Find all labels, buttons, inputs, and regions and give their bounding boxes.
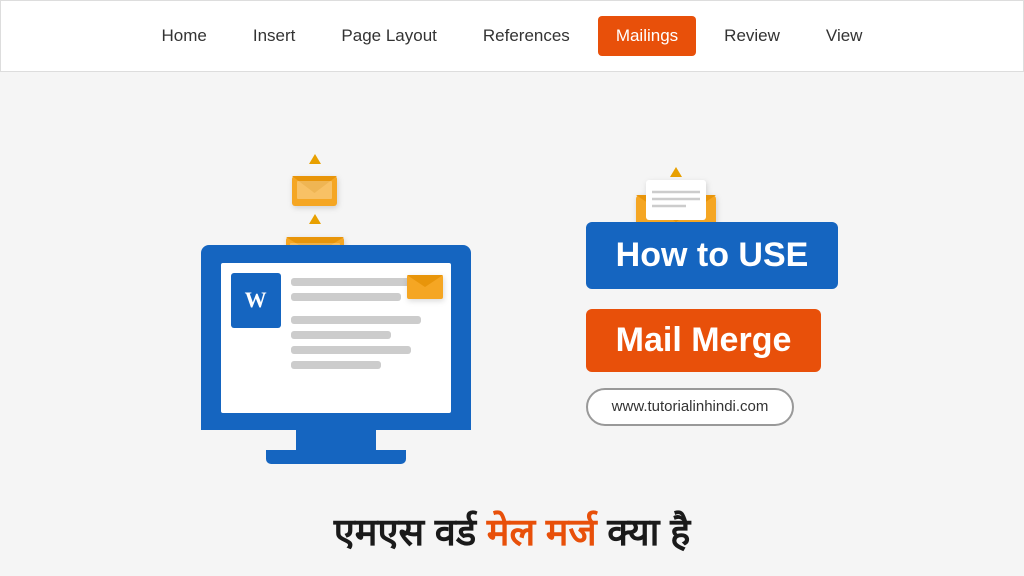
mini-envelope bbox=[407, 271, 443, 304]
website-url: www.tutorialinhindi.com bbox=[612, 398, 769, 415]
mail-merge-box: Mail Merge bbox=[586, 309, 822, 372]
doc-line bbox=[291, 278, 421, 286]
bottom-section: एमएस वर्ड मेल मर्ज क्या है bbox=[0, 486, 1024, 576]
arrow-icon-1 bbox=[309, 154, 321, 164]
doc-line bbox=[291, 346, 411, 354]
monitor-screen: W bbox=[201, 245, 471, 430]
envelope-small-1 bbox=[292, 171, 337, 206]
doc-line bbox=[291, 316, 421, 324]
how-to-text: How to USE bbox=[616, 236, 809, 274]
hindi-highlight: मेल मर्ज bbox=[487, 512, 597, 554]
word-icon: W bbox=[231, 273, 281, 328]
hindi-part-1: एमएस वर्ड bbox=[334, 512, 476, 554]
nav-insert[interactable]: Insert bbox=[235, 16, 314, 56]
nav-page-layout[interactable]: Page Layout bbox=[323, 16, 454, 56]
hindi-part-2: क्या है bbox=[607, 512, 690, 554]
monitor-stand bbox=[296, 430, 376, 450]
monitor: W bbox=[201, 245, 471, 464]
illustration-side: W bbox=[186, 154, 526, 494]
doc-line bbox=[291, 293, 401, 301]
monitor-inner: W bbox=[221, 263, 451, 413]
how-to-box: How to USE bbox=[586, 222, 839, 289]
monitor-base bbox=[266, 450, 406, 464]
mail-merge-text: Mail Merge bbox=[616, 321, 792, 359]
doc-line bbox=[291, 331, 391, 339]
arrow-icon-3 bbox=[670, 167, 682, 177]
nav-home[interactable]: Home bbox=[144, 16, 225, 56]
nav-review[interactable]: Review bbox=[706, 16, 798, 56]
nav-view[interactable]: View bbox=[808, 16, 881, 56]
nav-references[interactable]: References bbox=[465, 16, 588, 56]
text-side: How to USE Mail Merge www.tutorialinhind… bbox=[586, 222, 839, 426]
doc-line bbox=[291, 361, 381, 369]
nav-mailings[interactable]: Mailings bbox=[598, 16, 696, 56]
arrow-icon-2 bbox=[309, 214, 321, 224]
hindi-text: एमएस वर्ड मेल मर्ज क्या है bbox=[334, 505, 691, 557]
navbar: Home Insert Page Layout References Maili… bbox=[0, 0, 1024, 72]
website-box: www.tutorialinhindi.com bbox=[586, 388, 795, 426]
